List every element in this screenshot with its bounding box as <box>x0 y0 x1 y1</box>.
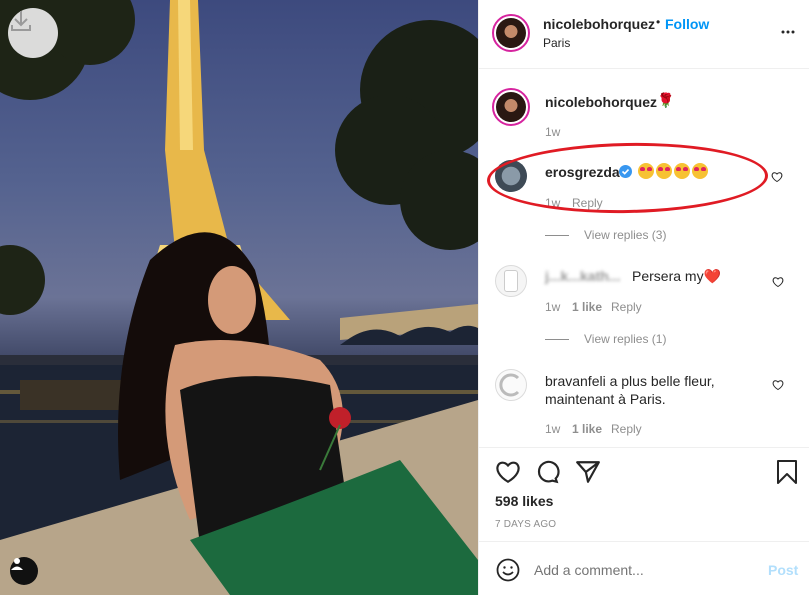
replies-line <box>545 235 569 236</box>
comment-time[interactable]: 1w <box>545 422 560 436</box>
comment-time[interactable]: 1w <box>545 300 560 314</box>
rose-emoji: 🌹 <box>657 92 675 108</box>
comment-likes[interactable]: 1 like <box>572 300 602 314</box>
like-heart-icon[interactable] <box>495 459 521 485</box>
like-comment-heart-icon[interactable] <box>772 276 784 288</box>
post-comment-button[interactable]: Post <box>768 562 798 578</box>
comment-likes[interactable]: 1 like <box>572 422 602 436</box>
post-photo[interactable] <box>0 0 478 595</box>
replies-line <box>545 339 569 340</box>
caption-username[interactable]: nicolebohorquez <box>545 94 657 110</box>
eiffel-tower-scene <box>0 0 478 595</box>
author-avatar[interactable] <box>492 14 530 52</box>
reply-button[interactable]: Reply <box>611 300 642 314</box>
save-bookmark-icon[interactable] <box>775 459 799 485</box>
comment-avatar[interactable] <box>495 369 527 401</box>
like-comment-heart-icon[interactable] <box>772 379 784 391</box>
comment-avatar[interactable] <box>495 265 527 297</box>
view-replies-button[interactable]: View replies (1) <box>584 332 666 346</box>
comment-text: Persera my❤️ <box>632 268 722 284</box>
share-icon[interactable] <box>575 459 601 485</box>
download-button[interactable] <box>8 8 58 58</box>
caption-avatar[interactable] <box>492 88 530 126</box>
emoji-picker-icon[interactable] <box>496 558 520 582</box>
comment-username[interactable]: j...k...kath... <box>545 268 620 284</box>
post-timestamp[interactable]: 7 DAYS AGO <box>495 519 556 530</box>
action-bar <box>478 447 809 448</box>
follow-button[interactable]: Follow <box>665 16 709 32</box>
comment-text-line2: maintenant à Paris. <box>545 391 666 407</box>
post-location[interactable]: Paris <box>543 36 570 50</box>
like-comment-heart-icon[interactable] <box>771 171 783 183</box>
user-icon <box>11 558 23 570</box>
view-replies-button[interactable]: View replies (3) <box>584 228 666 242</box>
download-icon <box>11 11 31 31</box>
reply-button[interactable]: Reply <box>611 422 642 436</box>
like-count[interactable]: 598 likes <box>495 493 553 509</box>
author-username[interactable]: nicolebohorquez <box>543 16 655 32</box>
tagged-users-button[interactable] <box>10 557 38 585</box>
more-options-icon[interactable] <box>780 24 796 43</box>
separator-dot: • <box>656 15 661 29</box>
comment-icon[interactable] <box>534 459 560 485</box>
comment-text-line1: bravanfeli a plus belle fleur, <box>545 373 715 389</box>
comment-input[interactable] <box>534 560 754 580</box>
caption-time[interactable]: 1w <box>545 125 560 139</box>
